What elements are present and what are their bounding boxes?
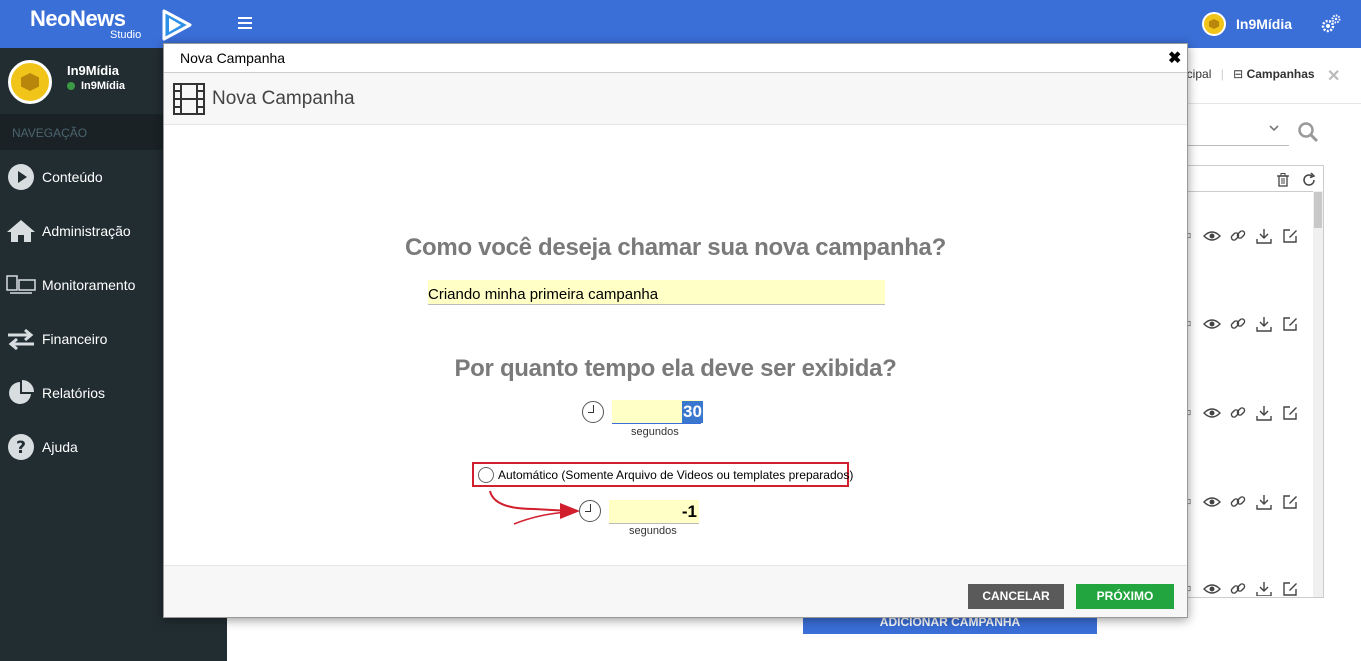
seconds-label: segundos xyxy=(631,426,679,438)
eye-icon[interactable] xyxy=(1203,315,1221,333)
pie-chart-icon xyxy=(6,378,36,408)
eye-icon[interactable] xyxy=(1203,227,1221,245)
copy-icon[interactable] xyxy=(1187,404,1195,422)
play-circle-icon xyxy=(6,162,36,192)
table-row-actions xyxy=(1187,582,1299,596)
campaign-name-input[interactable] xyxy=(428,280,885,305)
trash-icon[interactable] xyxy=(1275,172,1291,188)
table-row-actions xyxy=(1187,227,1299,245)
sidebar-item-label: Monitoramento xyxy=(42,277,136,293)
eye-icon[interactable] xyxy=(1203,404,1221,422)
copy-icon[interactable] xyxy=(1187,493,1195,511)
sidebar-user-status: In9Mídia xyxy=(67,80,125,92)
exchange-icon xyxy=(6,324,36,354)
clock-icon xyxy=(579,500,601,522)
download-icon[interactable] xyxy=(1255,227,1273,245)
download-icon[interactable] xyxy=(1255,582,1273,596)
filter-select[interactable] xyxy=(1187,145,1289,146)
gears-icon[interactable] xyxy=(1321,14,1341,34)
auto-duration-seconds-value: -1 xyxy=(681,502,697,521)
question-icon: ? xyxy=(6,432,36,462)
menu-toggle-icon[interactable] xyxy=(238,14,258,34)
neonews-logo[interactable]: NeoNews Studio xyxy=(30,6,200,44)
refresh-icon[interactable] xyxy=(1301,172,1317,188)
top-user-name: In9Mídia xyxy=(1236,16,1293,32)
table-row-actions xyxy=(1187,315,1299,333)
auto-duration-radio[interactable] xyxy=(478,466,494,483)
scrollbar[interactable] xyxy=(1313,191,1323,597)
edit-icon[interactable] xyxy=(1281,404,1299,422)
copy-icon[interactable] xyxy=(1187,582,1195,596)
table-row-actions xyxy=(1187,493,1299,511)
auto-duration-option[interactable]: Automático (Somente Arquivo de Videos ou… xyxy=(472,462,853,487)
home-icon xyxy=(6,216,36,246)
sidebar-user-status-text: In9Mídia xyxy=(81,80,126,92)
auto-duration-label: Automático (Somente Arquivo de Videos ou… xyxy=(498,467,854,482)
online-status-icon xyxy=(67,82,75,90)
film-icon xyxy=(173,83,205,115)
download-icon[interactable] xyxy=(1255,315,1273,333)
scrollbar-thumb[interactable] xyxy=(1314,192,1322,228)
copy-icon[interactable] xyxy=(1187,227,1195,245)
divider xyxy=(1187,103,1361,104)
search-icon[interactable] xyxy=(1297,121,1319,143)
play-logo-icon xyxy=(162,9,192,41)
red-arrow-annotation xyxy=(489,490,580,525)
breadcrumb-current: Campanhas xyxy=(1246,67,1315,81)
link-icon[interactable] xyxy=(1229,404,1247,422)
modal-header: Nova Campanha xyxy=(164,73,1187,125)
new-campaign-modal: Nova Campanha ✖ Nova Campanha Como você … xyxy=(163,43,1188,618)
link-icon[interactable] xyxy=(1229,315,1247,333)
svg-text:?: ? xyxy=(16,438,26,458)
edit-icon[interactable] xyxy=(1281,493,1299,511)
edit-icon[interactable] xyxy=(1281,582,1299,596)
table-row-actions xyxy=(1187,404,1299,422)
copy-icon[interactable] xyxy=(1187,315,1195,333)
avatar xyxy=(8,60,52,104)
seconds-label: segundos xyxy=(629,525,677,537)
link-icon[interactable] xyxy=(1229,227,1247,245)
monitor-icon xyxy=(6,270,36,300)
chevron-down-icon[interactable] xyxy=(1268,122,1280,134)
top-navbar: NeoNews Studio In9Mídia xyxy=(0,0,1361,48)
close-icon[interactable]: ✕ xyxy=(1327,66,1340,86)
edit-icon[interactable] xyxy=(1281,315,1299,333)
top-user-menu[interactable]: In9Mídia xyxy=(1202,11,1292,37)
edit-icon[interactable] xyxy=(1281,227,1299,245)
modal-titlebar: Nova Campanha ✖ xyxy=(164,44,1187,73)
cancel-button[interactable]: CANCELAR xyxy=(968,584,1064,609)
clock-icon xyxy=(582,401,604,423)
question-campaign-name: Como você deseja chamar sua nova campanh… xyxy=(405,234,946,261)
table-header xyxy=(1187,166,1323,192)
eye-icon[interactable] xyxy=(1203,493,1221,511)
close-icon[interactable]: ✖ xyxy=(1168,48,1181,68)
modal-header-title: Nova Campanha xyxy=(212,88,355,109)
modal-window-title: Nova Campanha xyxy=(180,50,286,66)
sidebar-item-label: Relatórios xyxy=(42,385,106,401)
next-button[interactable]: PRÓXIMO xyxy=(1076,584,1174,609)
logo-sub-text: Studio xyxy=(110,29,142,41)
sidebar-item-label: Conteúdo xyxy=(42,169,103,185)
download-icon[interactable] xyxy=(1255,404,1273,422)
download-icon[interactable] xyxy=(1255,493,1273,511)
sidebar-item-label: Ajuda xyxy=(42,439,78,455)
top-avatar xyxy=(1202,12,1226,36)
sidebar-item-label: Administração xyxy=(42,223,131,239)
sidebar-user-name: In9Mídia xyxy=(67,63,120,78)
link-icon[interactable] xyxy=(1229,493,1247,511)
link-icon[interactable] xyxy=(1229,582,1247,596)
modal-footer: CANCELAR PRÓXIMO xyxy=(164,565,1187,617)
question-campaign-duration: Por quanto tempo ela deve ser exibida? xyxy=(454,355,897,382)
duration-seconds-value: 30 xyxy=(682,401,703,423)
breadcrumb: ncipal | ⊟ Campanhas xyxy=(1180,67,1315,81)
eye-icon[interactable] xyxy=(1203,582,1221,596)
sidebar-item-label: Financeiro xyxy=(42,331,108,347)
campaign-list-icon: ⊟ xyxy=(1233,67,1244,81)
